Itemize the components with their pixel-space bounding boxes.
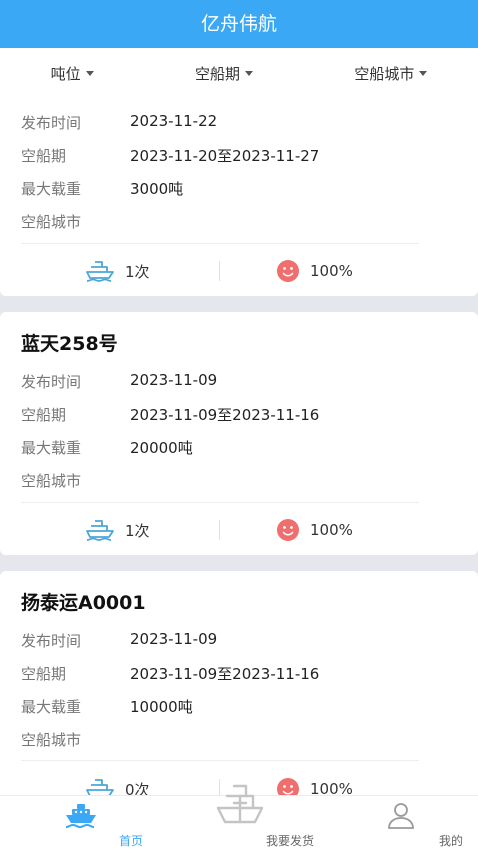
publish-time-row: 发布时间 2023-11-09 bbox=[21, 371, 217, 392]
ship-name: 扬泰运A0001 bbox=[21, 592, 146, 614]
caret-down-icon bbox=[85, 70, 94, 76]
trips-stat: 1次 bbox=[85, 510, 150, 550]
filter-empty-period-label: 空船期 bbox=[194, 64, 240, 83]
stats-separator bbox=[219, 261, 220, 281]
tab-mine[interactable]: 我的 bbox=[351, 796, 463, 851]
empty-period-value: 2023-11-09至2023-11-16 bbox=[130, 665, 320, 683]
publish-time-label: 发布时间 bbox=[21, 632, 82, 650]
ship-home-icon bbox=[64, 802, 98, 834]
filter-empty-city-label: 空船城市 bbox=[354, 64, 415, 83]
filter-tonnage-label: 吨位 bbox=[50, 64, 81, 83]
max-load-value: 3000吨 bbox=[130, 180, 184, 198]
publish-time-value: 2023-11-22 bbox=[130, 112, 218, 130]
filter-bar: 吨位 空船期 空船城市 bbox=[0, 48, 478, 98]
smile-face-icon bbox=[276, 259, 300, 283]
filter-tonnage[interactable]: 吨位 bbox=[51, 63, 94, 84]
empty-city-row: 空船城市 bbox=[21, 211, 130, 232]
publish-time-label: 发布时间 bbox=[21, 114, 82, 132]
tab-ship-cargo[interactable]: 我要发货 bbox=[190, 784, 314, 851]
filter-empty-city[interactable]: 空船城市 bbox=[354, 63, 428, 84]
max-load-row: 最大载重 10000吨 bbox=[21, 696, 193, 717]
rate-stat: 100% bbox=[276, 251, 353, 291]
app-title: 亿舟伟航 bbox=[200, 13, 277, 35]
max-load-label: 最大载重 bbox=[21, 180, 82, 198]
empty-city-label: 空船城市 bbox=[21, 472, 82, 490]
ship-card[interactable]: 发布时间 2023-11-22 空船期 2023-11-20至2023-11-2… bbox=[0, 98, 478, 296]
tab-mine-label: 我的 bbox=[438, 834, 463, 848]
max-load-value: 10000吨 bbox=[130, 698, 193, 716]
ship-card[interactable]: 蓝天258号 发布时间 2023-11-09 空船期 2023-11-09至20… bbox=[0, 312, 478, 555]
trips-stat: 1次 bbox=[85, 251, 150, 291]
trips-value: 1次 bbox=[125, 521, 150, 540]
empty-period-label: 空船期 bbox=[21, 406, 67, 424]
user-icon bbox=[385, 801, 417, 833]
publish-time-value: 2023-11-09 bbox=[130, 371, 218, 389]
publish-time-row: 发布时间 2023-11-09 bbox=[21, 630, 217, 651]
rate-value: 100% bbox=[310, 262, 353, 280]
trips-value: 1次 bbox=[125, 262, 150, 281]
publish-time-label: 发布时间 bbox=[21, 373, 82, 391]
empty-period-value: 2023-11-20至2023-11-27 bbox=[130, 147, 320, 165]
ship-name: 蓝天258号 bbox=[21, 333, 118, 355]
empty-period-row: 空船期 2023-11-09至2023-11-16 bbox=[21, 663, 319, 684]
caret-down-icon bbox=[419, 70, 428, 76]
empty-period-label: 空船期 bbox=[21, 665, 67, 683]
divider bbox=[21, 760, 419, 761]
tab-ship-cargo-label: 我要发货 bbox=[265, 834, 314, 848]
ship-icon bbox=[85, 260, 115, 282]
divider bbox=[21, 502, 419, 503]
empty-period-row: 空船期 2023-11-09至2023-11-16 bbox=[21, 404, 319, 425]
tab-home-label: 首页 bbox=[118, 834, 143, 848]
empty-city-row: 空船城市 bbox=[21, 470, 130, 491]
app-header: 亿舟伟航 bbox=[0, 0, 478, 48]
ship-card[interactable]: 扬泰运A0001 发布时间 2023-11-09 空船期 2023-11-09至… bbox=[0, 571, 478, 811]
max-load-label: 最大载重 bbox=[21, 698, 82, 716]
max-load-row: 最大载重 3000吨 bbox=[21, 178, 183, 199]
max-load-value: 20000吨 bbox=[130, 439, 193, 457]
tab-home[interactable]: 首页 bbox=[31, 796, 143, 851]
rate-value: 100% bbox=[310, 521, 353, 539]
empty-period-label: 空船期 bbox=[21, 147, 67, 165]
max-load-label: 最大载重 bbox=[21, 439, 82, 457]
max-load-row: 最大载重 20000吨 bbox=[21, 437, 193, 458]
empty-period-value: 2023-11-09至2023-11-16 bbox=[130, 406, 320, 424]
empty-period-row: 空船期 2023-11-20至2023-11-27 bbox=[21, 145, 319, 166]
card-stats: 1次 100% bbox=[0, 251, 478, 291]
empty-city-label: 空船城市 bbox=[21, 731, 82, 749]
rate-stat: 100% bbox=[276, 510, 353, 550]
stats-separator bbox=[219, 520, 220, 540]
caret-down-icon bbox=[245, 70, 253, 76]
filter-empty-period[interactable]: 空船期 bbox=[195, 63, 253, 84]
publish-time-value: 2023-11-09 bbox=[130, 630, 218, 648]
divider bbox=[21, 243, 419, 244]
card-stats: 1次 100% bbox=[0, 510, 478, 550]
ship-icon bbox=[85, 519, 115, 541]
cargo-ship-icon bbox=[214, 782, 266, 834]
empty-city-label: 空船城市 bbox=[21, 213, 82, 231]
bottom-tab-bar: 首页 我要发货 我的 bbox=[0, 784, 478, 851]
empty-city-row: 空船城市 bbox=[21, 729, 130, 750]
publish-time-row: 发布时间 2023-11-22 bbox=[21, 112, 217, 133]
smile-face-icon bbox=[276, 518, 300, 542]
